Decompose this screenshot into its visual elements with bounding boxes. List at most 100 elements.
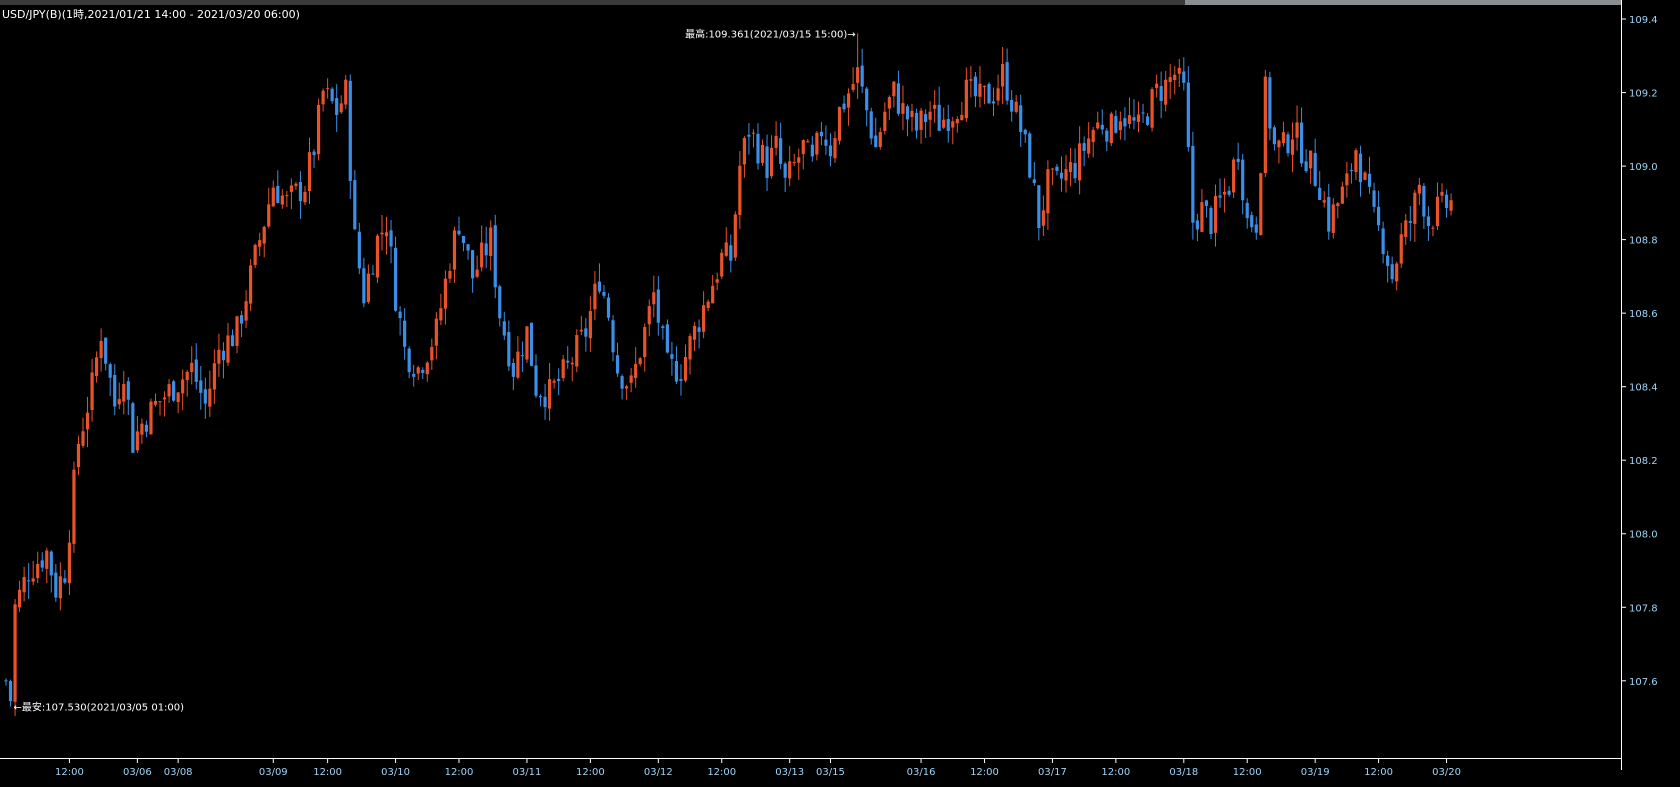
candle-body xyxy=(715,279,719,283)
candle-body xyxy=(837,106,842,141)
candle-body xyxy=(443,278,448,309)
candle xyxy=(1263,69,1267,177)
candle-body xyxy=(1041,210,1045,226)
candle-body xyxy=(1431,227,1435,229)
candle-body xyxy=(289,185,293,192)
candle-body xyxy=(258,240,262,247)
candle-body xyxy=(878,132,882,147)
candle-body xyxy=(99,340,103,359)
candle-body xyxy=(1114,115,1118,133)
candle-body xyxy=(575,335,579,367)
candle-body xyxy=(634,363,638,379)
candle-body xyxy=(629,375,633,383)
candle-body xyxy=(1322,200,1326,203)
chart-area[interactable]: 109.4 109.2 109.0 108.8 108.6 108.4 108.2 108.0… xyxy=(0,0,1680,783)
candle-body xyxy=(1345,173,1349,186)
candle-body xyxy=(1381,228,1385,254)
candle-body xyxy=(484,243,488,256)
x-tick-label: 03/18 xyxy=(1169,767,1198,778)
candle-body xyxy=(1336,203,1340,206)
candle-body xyxy=(312,151,316,156)
candle-body xyxy=(846,93,851,108)
candle-body xyxy=(765,146,769,178)
candle-body xyxy=(475,269,479,277)
candle-body xyxy=(738,165,742,216)
candle-body xyxy=(611,320,615,353)
candle-body xyxy=(860,65,864,87)
candle-body xyxy=(1059,172,1064,179)
candle-body xyxy=(833,138,837,159)
candle-body xyxy=(729,245,733,261)
candle-body xyxy=(1372,190,1376,207)
candle-body xyxy=(22,577,26,593)
candle-body xyxy=(597,281,602,292)
candle-body xyxy=(1068,162,1073,173)
candle-body xyxy=(824,139,828,146)
candle-body xyxy=(194,359,198,382)
x-tick-label: 03/11 xyxy=(513,767,542,778)
candle-body xyxy=(403,320,407,347)
candle-body xyxy=(697,327,701,332)
candle-body xyxy=(162,397,167,400)
candle-body xyxy=(665,324,669,353)
candle-body xyxy=(1309,150,1313,169)
candle-body xyxy=(810,144,814,157)
candle-body xyxy=(226,335,230,363)
candle-body xyxy=(1073,162,1077,179)
candle xyxy=(1286,131,1290,157)
candle-body xyxy=(606,297,611,318)
candle-body xyxy=(1182,71,1186,83)
scrollbar-thumb[interactable] xyxy=(1185,0,1621,5)
candle-body xyxy=(262,226,266,244)
candle-body xyxy=(1241,159,1245,201)
candle-body xyxy=(579,329,583,332)
y-tick-label: 108.4 xyxy=(1629,383,1658,394)
candle xyxy=(249,259,253,312)
candle-body xyxy=(1404,220,1408,237)
candle-body xyxy=(1340,186,1344,204)
candle-body xyxy=(842,103,846,110)
candle-body xyxy=(828,145,833,157)
candle-body xyxy=(1327,196,1331,232)
candle-body xyxy=(31,578,35,582)
candle-body xyxy=(774,135,778,148)
candle-body xyxy=(529,322,534,366)
candle-body xyxy=(625,386,629,389)
candle-body xyxy=(1250,215,1254,228)
candle-body xyxy=(63,578,67,583)
candle-body xyxy=(217,349,221,364)
candle xyxy=(149,398,153,435)
candle-body xyxy=(321,90,325,105)
candle-body xyxy=(280,195,284,205)
candle-body xyxy=(430,346,434,361)
candle-body xyxy=(153,400,158,405)
candle-body xyxy=(1354,150,1358,172)
candle-body xyxy=(17,589,22,608)
candle-body xyxy=(1173,74,1177,81)
candle-body xyxy=(511,363,515,377)
candle-body xyxy=(806,141,810,143)
candle-body xyxy=(1232,159,1236,193)
candle-body xyxy=(978,83,982,97)
candle-body xyxy=(1422,185,1426,217)
candle-body xyxy=(742,137,746,165)
candle-body xyxy=(416,367,420,374)
candle-body xyxy=(172,381,176,401)
candle-body xyxy=(54,572,58,598)
candle-body xyxy=(933,104,937,109)
candle xyxy=(316,98,321,161)
candle-body xyxy=(375,235,380,278)
candle-body xyxy=(253,244,257,265)
candle-body xyxy=(1245,202,1249,219)
candle-body xyxy=(221,350,226,361)
candle-body xyxy=(4,680,8,682)
candle-body xyxy=(348,80,352,181)
candle-body xyxy=(176,392,180,403)
candle-body xyxy=(1037,185,1041,228)
candle-body xyxy=(67,542,72,584)
candle-body xyxy=(439,308,443,321)
candle xyxy=(72,461,76,553)
candle-body xyxy=(203,389,207,404)
candle-body xyxy=(1014,101,1018,112)
candle-body xyxy=(1145,116,1150,125)
